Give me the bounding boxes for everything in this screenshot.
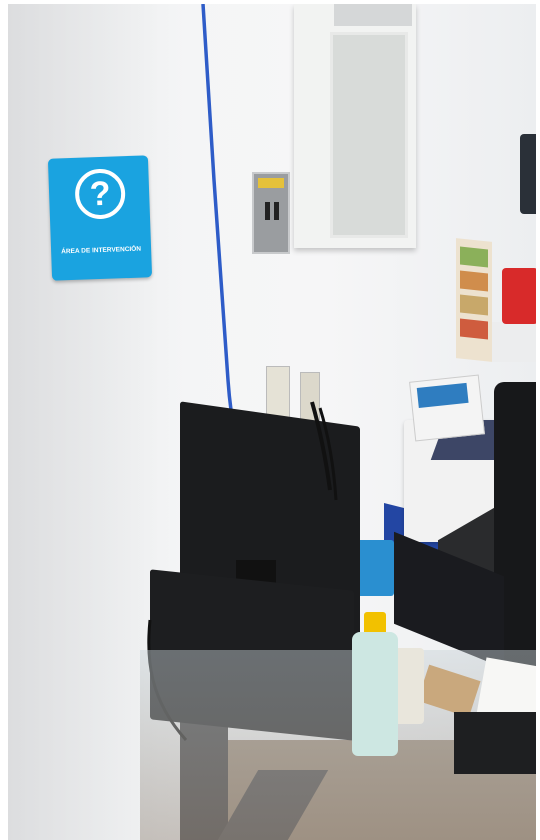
image-border: [0, 0, 8, 840]
image-border: [0, 0, 540, 4]
glass-jar: [394, 648, 424, 724]
office-photo: ? ÁREA DE INTERVENCIÓN: [0, 0, 540, 840]
black-object: [454, 712, 540, 774]
lotion-bottle: [352, 632, 398, 756]
image-border: [536, 0, 540, 840]
